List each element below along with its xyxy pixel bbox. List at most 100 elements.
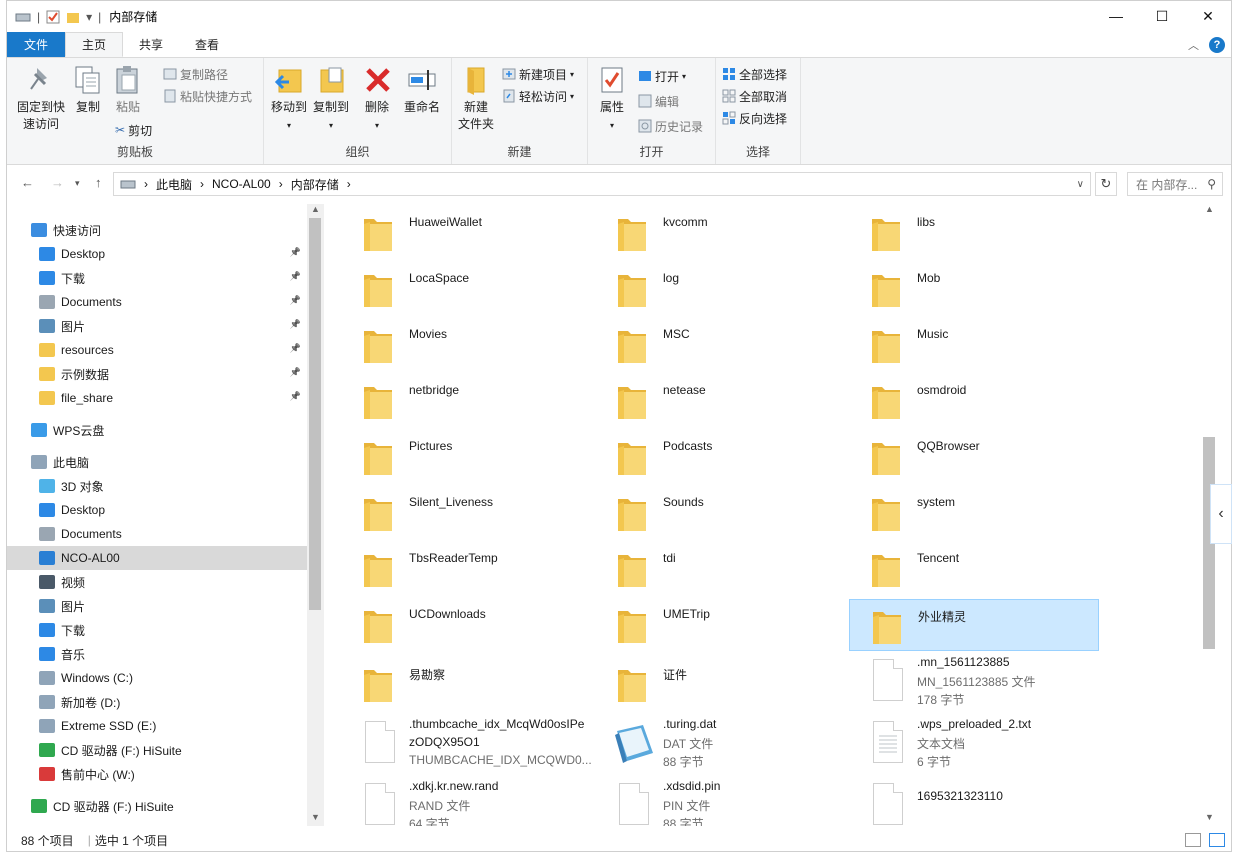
nav-item[interactable]: Desktop 📌 xyxy=(7,242,307,266)
qat-dropdown-icon[interactable]: ▾ xyxy=(86,10,92,24)
scroll-down-arrow-icon[interactable]: ▼ xyxy=(307,812,324,826)
copy-path-button[interactable]: 复制路径 xyxy=(163,64,228,84)
nav-item[interactable]: 下载 xyxy=(7,618,307,642)
help-icon[interactable]: ? xyxy=(1209,37,1225,53)
tab-home[interactable]: 主页 xyxy=(65,32,124,57)
file-item[interactable]: .xdsdid.pin PIN 文件 88 字节 xyxy=(595,777,845,826)
copy-to-button[interactable]: 复制到 ▾ xyxy=(312,64,350,134)
search-input[interactable]: 在 内部存... ⚲ xyxy=(1127,172,1223,196)
folder-item[interactable]: Tencent xyxy=(849,543,1099,595)
paste-button[interactable]: 粘贴 xyxy=(111,64,145,116)
nav-item[interactable]: 3D 对象 xyxy=(7,474,307,498)
recent-locations-icon[interactable]: ▾ xyxy=(75,178,80,189)
properties-check-icon[interactable] xyxy=(46,10,60,24)
easy-access-button[interactable]: 轻松访问 ▾ xyxy=(502,86,574,106)
folder-item[interactable]: QQBrowser xyxy=(849,431,1099,483)
expand-pane-button[interactable]: ‹ xyxy=(1210,484,1232,544)
nav-scrollbar-thumb[interactable] xyxy=(309,218,321,610)
breadcrumb-separator[interactable]: › xyxy=(200,177,204,191)
scroll-up-arrow-icon[interactable]: ▲ xyxy=(307,204,324,218)
folder-item[interactable]: Sounds xyxy=(595,487,845,539)
folder-item[interactable]: osmdroid xyxy=(849,375,1099,427)
folder-item[interactable]: LocaSpace xyxy=(341,263,591,315)
large-icons-view-icon[interactable] xyxy=(1209,833,1225,847)
file-item[interactable]: 1695321323110 xyxy=(849,777,1099,826)
nav-item[interactable]: 示例数据 📌 xyxy=(7,362,307,386)
folder-item[interactable]: UCDownloads xyxy=(341,599,591,651)
breadcrumb-separator[interactable]: › xyxy=(144,177,148,191)
nav-item[interactable]: CD 驱动器 (F:) HiSuite xyxy=(7,794,307,818)
file-item[interactable]: .wps_preloaded_2.txt 文本文档 6 字节 xyxy=(849,715,1099,773)
address-dropdown-icon[interactable]: ∨ xyxy=(1077,179,1084,190)
properties-button[interactable]: 属性 ▾ xyxy=(594,64,630,134)
nav-item[interactable]: resources 📌 xyxy=(7,338,307,362)
nav-item[interactable]: 图片 xyxy=(7,594,307,618)
tab-view[interactable]: 查看 xyxy=(179,32,235,57)
nav-item[interactable]: NCO-AL00 xyxy=(7,546,307,570)
nav-item[interactable]: 此电脑 xyxy=(7,450,307,474)
up-arrow-icon[interactable]: ↑ xyxy=(95,175,102,190)
breadcrumb-internal-storage[interactable]: 内部存储 xyxy=(291,176,339,193)
collapse-ribbon-icon[interactable]: ︿ xyxy=(1188,37,1199,53)
nav-item[interactable]: WPS云盘 xyxy=(7,418,307,442)
refresh-button[interactable]: ↻ xyxy=(1095,172,1117,196)
folder-item[interactable]: Mob xyxy=(849,263,1099,315)
nav-item[interactable]: 图片 📌 xyxy=(7,314,307,338)
folder-item[interactable]: MSC xyxy=(595,319,845,371)
tab-share[interactable]: 共享 xyxy=(123,32,179,57)
breadcrumb-device[interactable]: NCO-AL00 xyxy=(212,177,271,191)
folder-item[interactable]: Movies xyxy=(341,319,591,371)
address-bar[interactable]: › 此电脑 › NCO-AL00 › 内部存储 › ∨ xyxy=(113,172,1091,196)
back-arrow-icon[interactable]: ← xyxy=(21,175,34,190)
folder-item[interactable]: Music xyxy=(849,319,1099,371)
forward-arrow-icon[interactable]: → xyxy=(51,175,64,190)
folder-item[interactable]: Pictures xyxy=(341,431,591,483)
minimize-button[interactable]: — xyxy=(1093,1,1139,31)
nav-item[interactable]: Documents xyxy=(7,522,307,546)
folder-item[interactable]: Silent_Liveness xyxy=(341,487,591,539)
select-all-button[interactable]: 全部选择 xyxy=(722,64,787,84)
folder-item[interactable]: system xyxy=(849,487,1099,539)
move-to-button[interactable]: 移动到 ▾ xyxy=(270,64,308,134)
nav-item[interactable]: 视频 xyxy=(7,570,307,594)
file-item[interactable]: .xdkj.kr.new.rand RAND 文件 64 字节 xyxy=(341,777,591,826)
nav-scrollbar[interactable]: ▲ ▼ xyxy=(307,204,324,826)
scroll-down-arrow-icon[interactable]: ▼ xyxy=(1201,812,1218,826)
delete-button[interactable]: 删除 ▾ xyxy=(362,64,392,134)
breadcrumb-separator[interactable]: › xyxy=(347,177,351,191)
new-item-button[interactable]: 新建项目 ▾ xyxy=(502,64,574,84)
folder-item[interactable]: Podcasts xyxy=(595,431,845,483)
breadcrumb-separator[interactable]: › xyxy=(279,177,283,191)
cut-button[interactable]: ✂ 剪切 xyxy=(115,120,152,140)
nav-item[interactable]: 音乐 xyxy=(7,642,307,666)
folder-item[interactable]: 易勘察 xyxy=(341,658,591,710)
nav-item[interactable]: 新加卷 (D:) xyxy=(7,690,307,714)
nav-item[interactable]: CD 驱动器 (F:) HiSuite xyxy=(7,738,307,762)
file-item[interactable]: .mn_1561123885 MN_1561123885 文件 178 字节 xyxy=(849,653,1099,711)
paste-shortcut-button[interactable]: 粘贴快捷方式 xyxy=(163,86,252,106)
folder-item[interactable]: netease xyxy=(595,375,845,427)
nav-item[interactable]: Documents 📌 xyxy=(7,290,307,314)
nav-item[interactable]: 快速访问 xyxy=(7,218,307,242)
nav-item[interactable]: 下载 📌 xyxy=(7,266,307,290)
nav-item[interactable]: Extreme SSD (E:) xyxy=(7,714,307,738)
nav-item[interactable]: file_share 📌 xyxy=(7,386,307,410)
breadcrumb-this-pc[interactable]: 此电脑 xyxy=(156,176,192,193)
pin-to-quick-access-button[interactable]: 固定到快 速访问 xyxy=(13,64,69,133)
invert-selection-button[interactable]: 反向选择 xyxy=(722,108,787,128)
file-item[interactable]: .thumbcache_idx_McqWd0osIPe zODQX95O1 THUM… xyxy=(341,715,592,773)
tab-file[interactable]: 文件 xyxy=(7,32,65,57)
copy-button[interactable]: 复制 xyxy=(71,64,105,116)
folder-item[interactable]: HuaweiWallet xyxy=(341,207,591,259)
folder-item[interactable]: 证件 xyxy=(595,658,845,710)
history-button[interactable]: 历史记录 xyxy=(638,116,703,136)
open-button[interactable]: 打开 ▾ xyxy=(638,66,686,86)
folder-item[interactable]: libs xyxy=(849,207,1099,259)
folder-item[interactable]: TbsReaderTemp xyxy=(341,543,591,595)
nav-item[interactable]: 售前中心 (W:) xyxy=(7,762,307,786)
maximize-button[interactable]: ☐ xyxy=(1139,1,1185,31)
rename-button[interactable]: 重命名 xyxy=(400,64,444,116)
new-folder-small-icon[interactable] xyxy=(66,10,80,24)
select-none-button[interactable]: 全部取消 xyxy=(722,86,787,106)
new-folder-button[interactable]: 新建 文件夹 xyxy=(456,64,496,133)
